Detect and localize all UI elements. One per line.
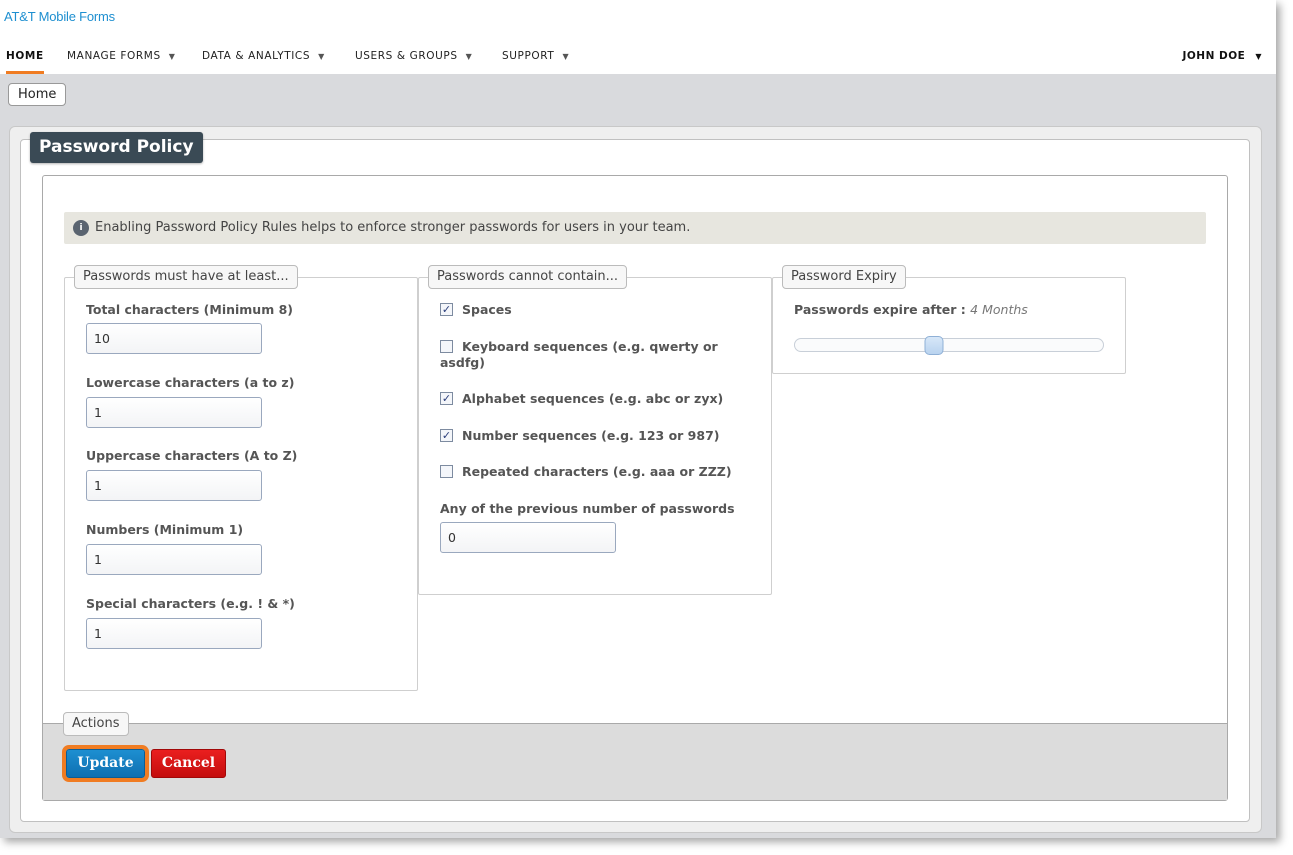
repeated-characters-checkbox[interactable] bbox=[440, 465, 453, 478]
nav-data-analytics[interactable]: DATA & ANALYTICS ▼ bbox=[202, 41, 325, 74]
nav-manage-forms[interactable]: MANAGE FORMS ▼ bbox=[67, 41, 176, 74]
number-sequences-checkbox[interactable]: ✓ bbox=[440, 429, 453, 442]
user-menu[interactable]: JOHN DOE ▼ bbox=[1182, 41, 1262, 74]
cancel-button[interactable]: Cancel bbox=[151, 749, 226, 778]
previous-passwords-input[interactable] bbox=[440, 522, 616, 553]
special-characters-label: Special characters (e.g. ! & *) bbox=[86, 596, 295, 611]
uppercase-characters-label: Uppercase characters (A to Z) bbox=[86, 448, 298, 463]
actions-legend: Actions bbox=[63, 712, 129, 736]
chevron-down-icon: ▼ bbox=[168, 52, 176, 61]
must-have-legend: Passwords must have at least... bbox=[74, 265, 298, 289]
nav-users-groups[interactable]: USERS & GROUPS ▼ bbox=[355, 41, 472, 74]
option-repeated-characters[interactable]: Repeated characters (e.g. aaa or ZZZ) bbox=[440, 464, 740, 480]
chevron-down-icon: ▼ bbox=[465, 52, 473, 61]
expiry-legend: Password Expiry bbox=[782, 265, 906, 289]
breadcrumb-home[interactable]: Home bbox=[8, 83, 67, 106]
option-spaces[interactable]: ✓ Spaces bbox=[440, 302, 740, 318]
main-nav: HOME MANAGE FORMS ▼ DATA & ANALYTICS ▼ USE… bbox=[0, 41, 1276, 74]
lowercase-characters-input[interactable] bbox=[86, 397, 262, 428]
option-alphabet-sequences[interactable]: ✓ Alphabet sequences (e.g. abc or zyx) bbox=[440, 391, 740, 407]
total-characters-label: Total characters (Minimum 8) bbox=[86, 302, 293, 317]
numbers-label: Numbers (Minimum 1) bbox=[86, 522, 244, 537]
app-window: AT&T Mobile Forms HOME MANAGE FORMS ▼ DAT… bbox=[0, 0, 1276, 838]
top-bar: AT&T Mobile Forms HOME MANAGE FORMS ▼ DAT… bbox=[0, 0, 1276, 74]
expiry-slider-handle[interactable] bbox=[924, 336, 944, 355]
alphabet-sequences-checkbox[interactable]: ✓ bbox=[440, 392, 453, 405]
lowercase-characters-label: Lowercase characters (a to z) bbox=[86, 375, 295, 390]
update-button[interactable]: Update bbox=[62, 745, 149, 782]
previous-passwords-label: Any of the previous number of passwords bbox=[440, 501, 735, 516]
option-number-sequences[interactable]: ✓ Number sequences (e.g. 123 or 987) bbox=[440, 428, 740, 444]
numbers-input[interactable] bbox=[86, 544, 262, 575]
option-keyboard-sequences[interactable]: Keyboard sequences (e.g. qwerty or asdfg… bbox=[440, 339, 740, 371]
page-title: Password Policy bbox=[30, 132, 203, 163]
chevron-down-icon: ▼ bbox=[318, 52, 325, 61]
info-icon: i bbox=[73, 220, 89, 236]
chevron-down-icon: ▼ bbox=[1255, 52, 1262, 61]
expiry-slider[interactable] bbox=[794, 336, 1104, 355]
nav-support[interactable]: SUPPORT ▼ bbox=[502, 41, 569, 74]
expiry-value: 4 Months bbox=[970, 302, 1028, 317]
expiry-fieldset bbox=[772, 277, 1126, 374]
total-characters-input[interactable] bbox=[86, 323, 262, 354]
chevron-down-icon: ▼ bbox=[562, 52, 570, 61]
spaces-checkbox[interactable]: ✓ bbox=[440, 303, 453, 316]
app-logo[interactable]: AT&T Mobile Forms bbox=[4, 9, 115, 24]
special-characters-input[interactable] bbox=[86, 618, 262, 649]
nav-home[interactable]: HOME bbox=[6, 41, 44, 74]
uppercase-characters-input[interactable] bbox=[86, 470, 262, 501]
info-banner: i Enabling Password Policy Rules helps t… bbox=[64, 212, 1206, 244]
cannot-contain-legend: Passwords cannot contain... bbox=[428, 265, 628, 289]
keyboard-sequences-checkbox[interactable] bbox=[440, 340, 453, 353]
expiry-label: Passwords expire after : 4 Months bbox=[794, 302, 1028, 317]
